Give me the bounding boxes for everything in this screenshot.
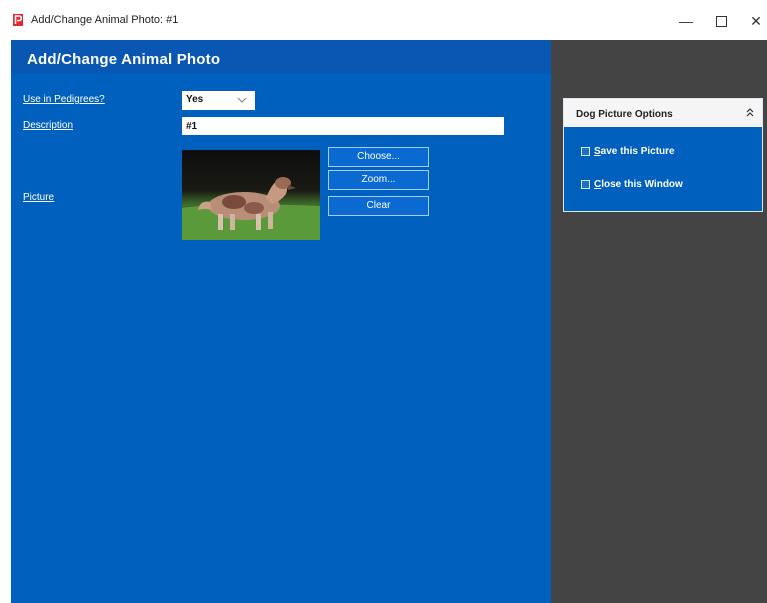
- choose-button[interactable]: Choose...: [328, 147, 429, 167]
- title-bar[interactable]: Add/Change Animal Photo: #1 — ✕: [0, 0, 767, 40]
- app-logo-icon: [13, 14, 23, 26]
- options-title: Dog Picture Options: [576, 109, 673, 120]
- side-panel: Dog Picture Options Save this Picture Cl…: [551, 40, 767, 603]
- chevron-down-icon: [237, 97, 247, 103]
- options-header[interactable]: Dog Picture Options: [564, 99, 762, 127]
- app-window: Add/Change Animal Photo: #1 — ✕ Add/Chan…: [0, 0, 767, 603]
- pedigree-select-value: Yes: [186, 94, 204, 105]
- close-window-label: Close this Window: [594, 179, 683, 190]
- form-area: Add/Change Animal Photo Use in Pedigrees…: [11, 40, 551, 603]
- dog-picture-options-panel: Dog Picture Options Save this Picture Cl…: [563, 98, 763, 212]
- save-picture-label: Save this Picture: [594, 146, 675, 157]
- dog-photo-image: [182, 150, 320, 240]
- collapse-icon[interactable]: [745, 106, 755, 118]
- description-label[interactable]: Description: [23, 120, 73, 131]
- picture-label[interactable]: Picture: [23, 192, 54, 203]
- pedigree-select[interactable]: Yes: [182, 91, 255, 110]
- form-header: Add/Change Animal Photo: [11, 40, 551, 73]
- page-title: Add/Change Animal Photo: [27, 51, 221, 68]
- close-window-option[interactable]: Close this Window: [581, 178, 751, 194]
- description-input[interactable]: [182, 117, 504, 135]
- maximize-icon: [715, 16, 727, 27]
- zoom-button[interactable]: Zoom...: [328, 170, 429, 190]
- save-picture-option[interactable]: Save this Picture: [581, 145, 751, 161]
- close-window-icon: [581, 180, 590, 189]
- clear-button[interactable]: Clear: [328, 196, 429, 216]
- save-icon: [581, 147, 590, 156]
- minimize-button[interactable]: —: [670, 10, 702, 32]
- close-button[interactable]: ✕: [740, 10, 767, 32]
- maximize-button[interactable]: [705, 10, 737, 32]
- pedigree-label[interactable]: Use in Pedigrees?: [23, 94, 105, 105]
- dog-photo[interactable]: [182, 150, 320, 240]
- window-title: Add/Change Animal Photo: #1: [31, 14, 179, 26]
